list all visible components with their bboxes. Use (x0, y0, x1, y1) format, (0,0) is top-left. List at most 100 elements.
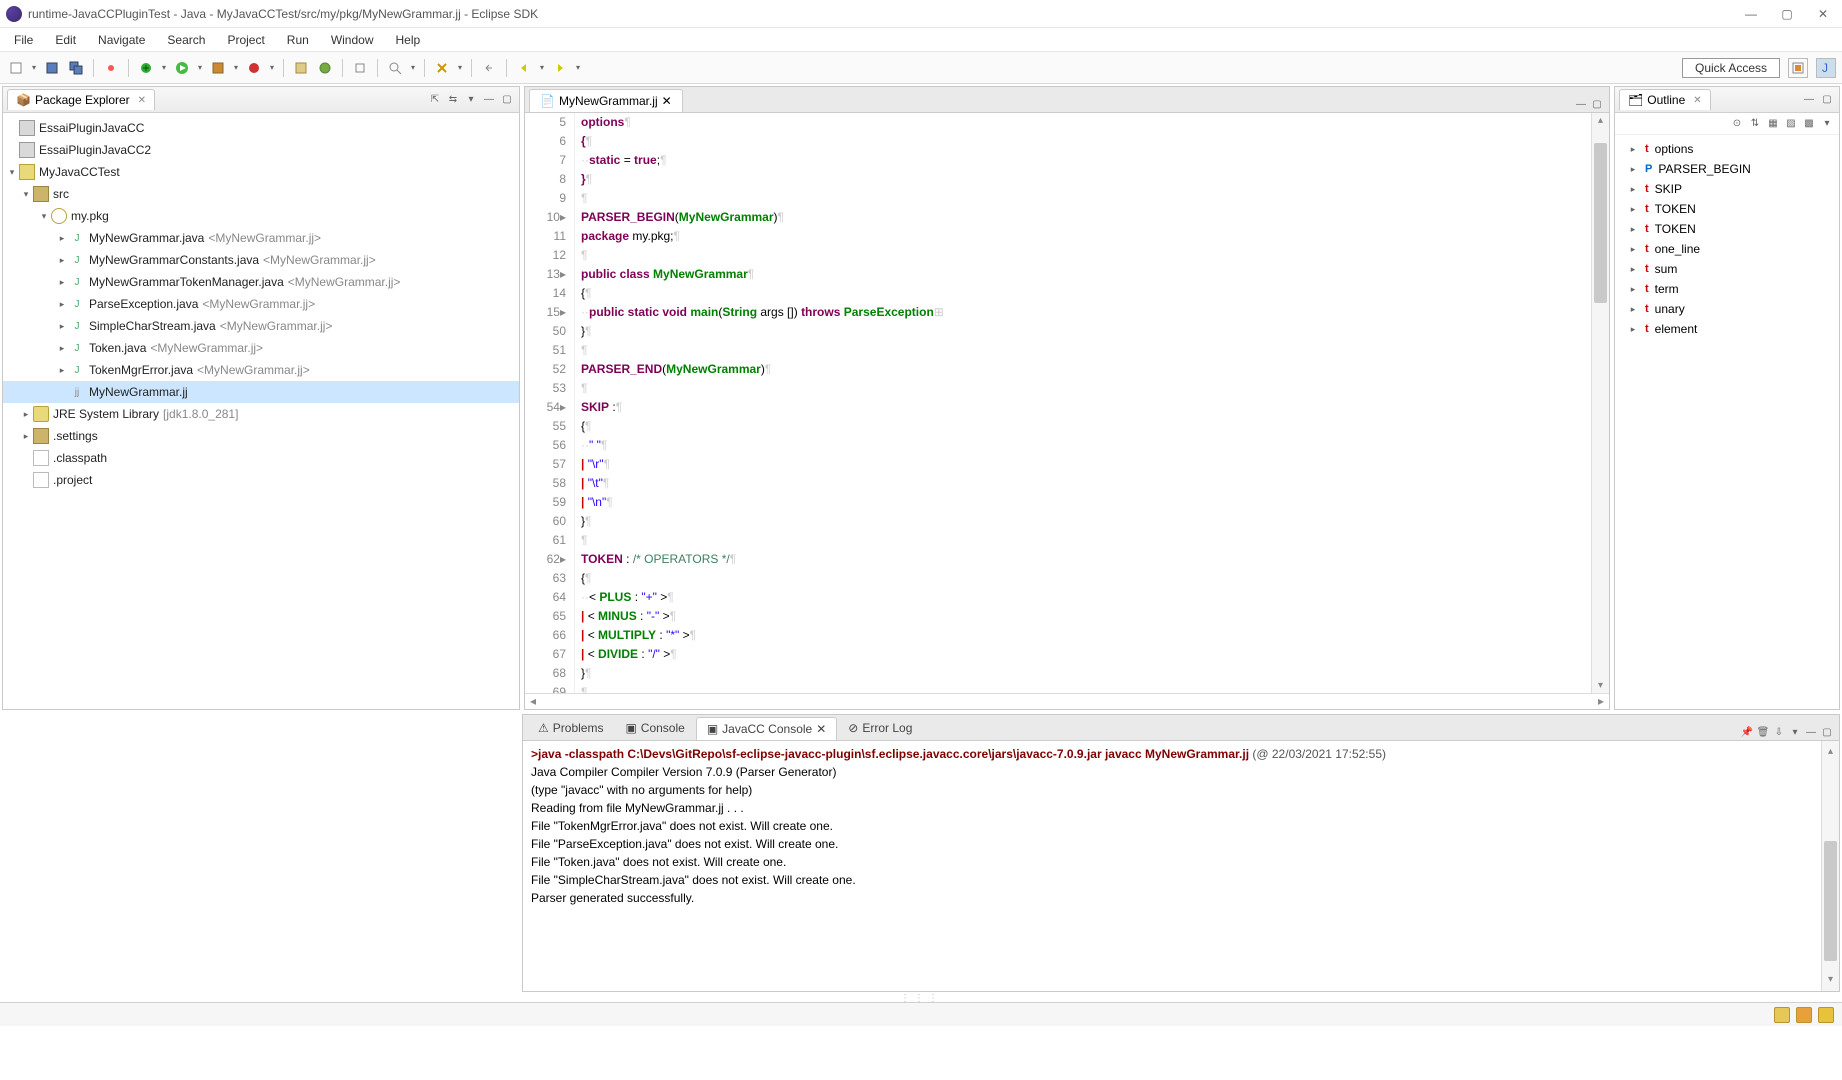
search-button[interactable] (385, 58, 405, 78)
java-perspective-button[interactable]: J (1816, 58, 1836, 78)
expand-twist-icon[interactable]: ▾ (5, 167, 19, 178)
outline-item[interactable]: ▸tone_line (1615, 239, 1839, 259)
back-button[interactable] (514, 58, 534, 78)
scroll-up-icon[interactable]: ▴ (1592, 115, 1609, 126)
hide-nonpublic-button[interactable]: ▩ (1801, 116, 1817, 132)
tree-node[interactable]: ▸JParseException.java<MyNewGrammar.jj> (3, 293, 519, 315)
status-icon-3[interactable] (1818, 1007, 1834, 1023)
view-menu-button[interactable]: ▾ (1819, 116, 1835, 132)
package-explorer-tab[interactable]: 📦 Package Explorer ✕ (7, 89, 155, 110)
status-icon-1[interactable] (1774, 1007, 1790, 1023)
outline-tree[interactable]: ▸toptions▸PPARSER_BEGIN▸tSKIP▸tTOKEN▸tTO… (1615, 135, 1839, 343)
sash-grip[interactable]: ⋮⋮⋮ (0, 994, 1842, 1002)
sort-button[interactable]: ⇅ (1747, 116, 1763, 132)
tree-node[interactable]: EssaiPluginJavaCC (3, 117, 519, 139)
tree-node[interactable]: EssaiPluginJavaCC2 (3, 139, 519, 161)
menu-navigate[interactable]: Navigate (88, 30, 155, 50)
outline-item[interactable]: ▸tunary (1615, 299, 1839, 319)
maximize-button[interactable]: ▢ (1819, 724, 1835, 740)
maximize-editor-button[interactable]: ▢ (1589, 96, 1605, 112)
search-dropdown[interactable]: ▾ (409, 58, 417, 78)
bottom-tab-console[interactable]: ▣Console (614, 716, 695, 740)
outline-item[interactable]: ▸tterm (1615, 279, 1839, 299)
maximize-view-button[interactable]: ▢ (1819, 92, 1835, 108)
run-button[interactable] (172, 58, 192, 78)
menu-project[interactable]: Project (217, 30, 274, 50)
expand-twist-icon[interactable]: ▸ (1627, 304, 1639, 315)
tree-node[interactable]: ▸JToken.java<MyNewGrammar.jj> (3, 337, 519, 359)
expand-twist-icon[interactable]: ▸ (1627, 224, 1639, 235)
menu-file[interactable]: File (4, 30, 43, 50)
expand-twist-icon[interactable]: ▾ (37, 211, 51, 222)
scroll-down-icon[interactable]: ▾ (1822, 971, 1839, 989)
save-button[interactable] (42, 58, 62, 78)
minimize-view-button[interactable]: — (481, 92, 497, 108)
scroll-lock-button[interactable]: ⇩ (1771, 724, 1787, 740)
status-icon-2[interactable] (1796, 1007, 1812, 1023)
tree-node[interactable]: ▾src (3, 183, 519, 205)
expand-twist-icon[interactable]: ▸ (1627, 284, 1639, 295)
back-dropdown[interactable]: ▾ (538, 58, 546, 78)
open-type-button[interactable] (350, 58, 370, 78)
hscroll-left-icon[interactable]: ◂ (525, 694, 541, 709)
open-perspective-button[interactable] (1788, 58, 1808, 78)
tree-node[interactable]: jjMyNewGrammar.jj (3, 381, 519, 403)
console-scrollbar[interactable]: ▴ ▾ (1821, 741, 1839, 991)
outline-item[interactable]: ▸telement (1615, 319, 1839, 339)
new-package-button[interactable] (291, 58, 311, 78)
focus-button[interactable]: ⊙ (1729, 116, 1745, 132)
hide-static-button[interactable]: ▨ (1783, 116, 1799, 132)
clear-button[interactable]: 🗑 (1755, 724, 1771, 740)
coverage-button[interactable] (208, 58, 228, 78)
menu-help[interactable]: Help (386, 30, 431, 50)
forward-dropdown[interactable]: ▾ (574, 58, 582, 78)
expand-twist-icon[interactable]: ▸ (19, 409, 33, 420)
outline-item[interactable]: ▸tTOKEN (1615, 199, 1839, 219)
tree-node[interactable]: .classpath (3, 447, 519, 469)
close-icon[interactable]: ✕ (816, 722, 826, 736)
skip-breakpoints-button[interactable] (101, 58, 121, 78)
last-edit-button[interactable] (479, 58, 499, 78)
expand-twist-icon[interactable]: ▸ (19, 431, 33, 442)
external-tools-button[interactable] (244, 58, 264, 78)
editor-tab[interactable]: 📄 MyNewGrammar.jj ✕ (529, 89, 683, 112)
expand-twist-icon[interactable]: ▸ (1627, 244, 1639, 255)
bottom-tab-problems[interactable]: ⚠Problems (527, 716, 614, 740)
outline-item[interactable]: ▸PPARSER_BEGIN (1615, 159, 1839, 179)
debug-dropdown[interactable]: ▾ (160, 58, 168, 78)
link-editor-button[interactable]: ⇆ (445, 92, 461, 108)
new-dropdown[interactable]: ▾ (30, 58, 38, 78)
expand-twist-icon[interactable]: ▸ (1627, 144, 1639, 155)
line-number-gutter[interactable]: 5678910▸111213▸1415▸5051525354▸555657585… (525, 113, 575, 693)
tree-node[interactable]: ▾my.pkg (3, 205, 519, 227)
close-icon[interactable]: ✕ (1693, 95, 1701, 106)
scroll-down-icon[interactable]: ▾ (1592, 680, 1609, 691)
minimize-button[interactable]: — (1744, 7, 1758, 21)
quick-access-field[interactable]: Quick Access (1682, 58, 1780, 78)
close-icon[interactable]: ✕ (662, 94, 672, 108)
close-icon[interactable]: ✕ (138, 95, 146, 106)
tree-node[interactable]: ▸.settings (3, 425, 519, 447)
debug-button[interactable] (136, 58, 156, 78)
close-button[interactable]: ✕ (1816, 7, 1830, 21)
maximize-button[interactable]: ▢ (1780, 7, 1794, 21)
tree-node[interactable]: ▸JMyNewGrammarTokenManager.java<MyNewGra… (3, 271, 519, 293)
bottom-tab-error-log[interactable]: ⊘Error Log (837, 716, 923, 740)
scroll-thumb[interactable] (1594, 143, 1607, 303)
menu-search[interactable]: Search (157, 30, 215, 50)
expand-twist-icon[interactable]: ▾ (19, 189, 33, 200)
maximize-view-button[interactable]: ▢ (499, 92, 515, 108)
hide-fields-button[interactable]: ▦ (1765, 116, 1781, 132)
expand-twist-icon[interactable]: ▸ (1627, 324, 1639, 335)
scroll-up-icon[interactable]: ▴ (1822, 743, 1839, 761)
view-menu-button[interactable]: ▾ (463, 92, 479, 108)
expand-twist-icon[interactable]: ▸ (55, 343, 69, 354)
minimize-editor-button[interactable]: — (1573, 96, 1589, 112)
expand-twist-icon[interactable]: ▸ (55, 321, 69, 332)
expand-twist-icon[interactable]: ▸ (1627, 184, 1639, 195)
expand-twist-icon[interactable]: ▸ (55, 233, 69, 244)
console-body[interactable]: >java -classpath C:\Devs\GitRepo\sf-ecli… (523, 741, 1839, 991)
expand-twist-icon[interactable]: ▸ (55, 255, 69, 266)
new-class-button[interactable] (315, 58, 335, 78)
view-menu-button[interactable]: ▾ (1787, 724, 1803, 740)
